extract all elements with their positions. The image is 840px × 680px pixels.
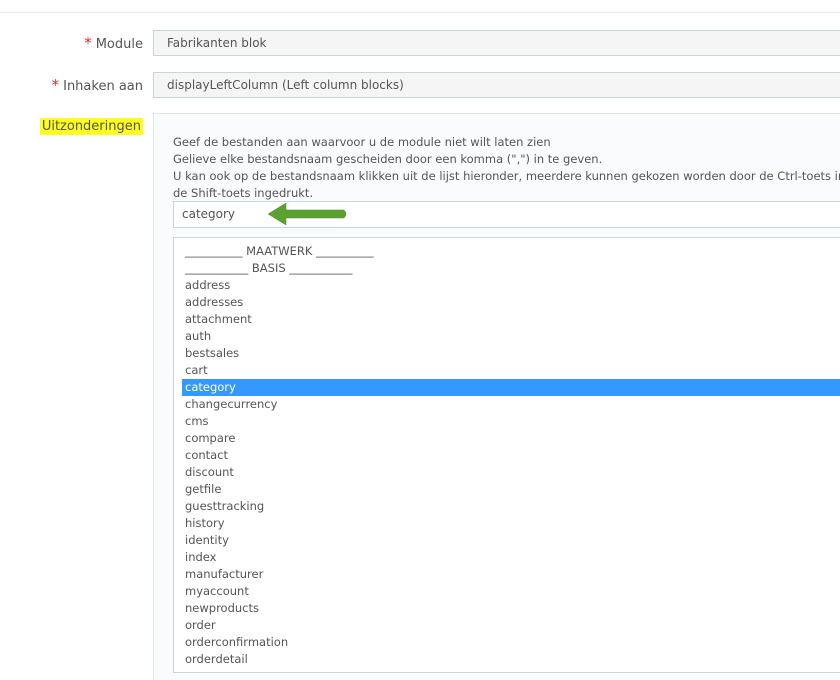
exceptions-label-text: Uitzonderingen: [39, 118, 143, 135]
list-item[interactable]: index: [174, 549, 840, 566]
list-item[interactable]: category: [182, 379, 840, 396]
list-item[interactable]: auth: [174, 328, 840, 345]
top-divider: [0, 12, 840, 13]
list-item[interactable]: changecurrency: [174, 396, 840, 413]
list-group-header[interactable]: __________ MAATWERK __________: [174, 243, 840, 260]
list-item[interactable]: identity: [174, 532, 840, 549]
list-item[interactable]: address: [174, 277, 840, 294]
hook-field[interactable]: displayLeftColumn (Left column blocks): [153, 72, 840, 98]
help-line: Gelieve elke bestandsnaam gescheiden doo…: [173, 152, 603, 166]
list-item[interactable]: cms: [174, 413, 840, 430]
list-item[interactable]: myaccount: [174, 583, 840, 600]
list-item[interactable]: manufacturer: [174, 566, 840, 583]
required-marker: *: [51, 76, 60, 94]
list-item[interactable]: newproducts: [174, 600, 840, 617]
list-item[interactable]: guesttracking: [174, 498, 840, 515]
list-item[interactable]: contact: [174, 447, 840, 464]
list-item[interactable]: addresses: [174, 294, 840, 311]
exceptions-file-list[interactable]: __________ MAATWERK __________ __________…: [173, 237, 840, 673]
list-group-header[interactable]: ___________ BASIS ___________: [174, 260, 840, 277]
left-arrow-icon: [267, 202, 347, 226]
list-item[interactable]: order: [174, 617, 840, 634]
hook-label-text: Inhaken aan: [63, 79, 143, 94]
module-transplant-form: * Module Fabrikanten blok * Inhaken aan di…: [0, 0, 840, 680]
list-item[interactable]: orderconfirmation: [174, 634, 840, 651]
list-item[interactable]: cart: [174, 362, 840, 379]
module-field[interactable]: Fabrikanten blok: [153, 30, 840, 56]
help-line: Geef de bestanden aan waarvoor u de modu…: [173, 135, 551, 149]
module-label-text: Module: [95, 37, 143, 52]
exceptions-label: Uitzonderingen: [39, 118, 143, 135]
required-marker: *: [84, 34, 92, 52]
list-item[interactable]: discount: [174, 464, 840, 481]
list-item[interactable]: attachment: [174, 311, 840, 328]
exceptions-help-text: Geef de bestanden aan waarvoor u de modu…: [173, 134, 840, 202]
module-label: * Module: [84, 35, 143, 53]
list-item[interactable]: compare: [174, 430, 840, 447]
list-item[interactable]: getfile: [174, 481, 840, 498]
list-item[interactable]: bestsales: [174, 345, 840, 362]
list-item[interactable]: orderdetail: [174, 651, 840, 668]
list-item[interactable]: history: [174, 515, 840, 532]
help-line: U kan ook op de bestandsnaam klikken uit…: [173, 169, 840, 183]
hook-label: * Inhaken aan: [52, 77, 143, 95]
